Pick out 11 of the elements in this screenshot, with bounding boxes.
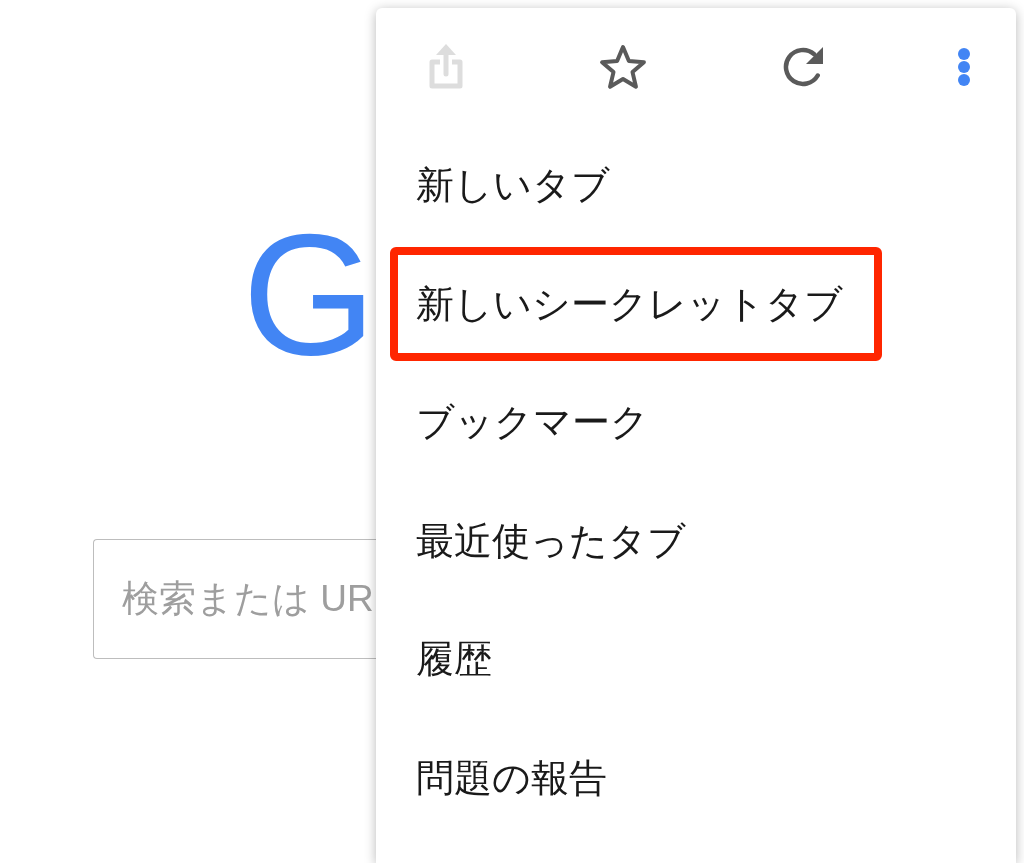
star-icon[interactable]	[599, 44, 648, 90]
refresh-icon[interactable]	[782, 47, 823, 87]
menu-item[interactable]: 新しいシークレットタブ	[390, 246, 882, 361]
search-field[interactable]: 検索または UR	[93, 539, 376, 659]
more-options-icon[interactable]	[958, 48, 970, 86]
menu-item[interactable]: 履歴	[390, 602, 882, 717]
menu-item[interactable]: 最近使ったタブ	[390, 483, 882, 598]
menu-item[interactable]: 新しいタブ	[390, 128, 882, 243]
logo-letter: G	[242, 208, 376, 380]
menu-item[interactable]: 問題の報告	[390, 720, 882, 835]
menu-item[interactable]: ブックマーク	[390, 365, 882, 480]
